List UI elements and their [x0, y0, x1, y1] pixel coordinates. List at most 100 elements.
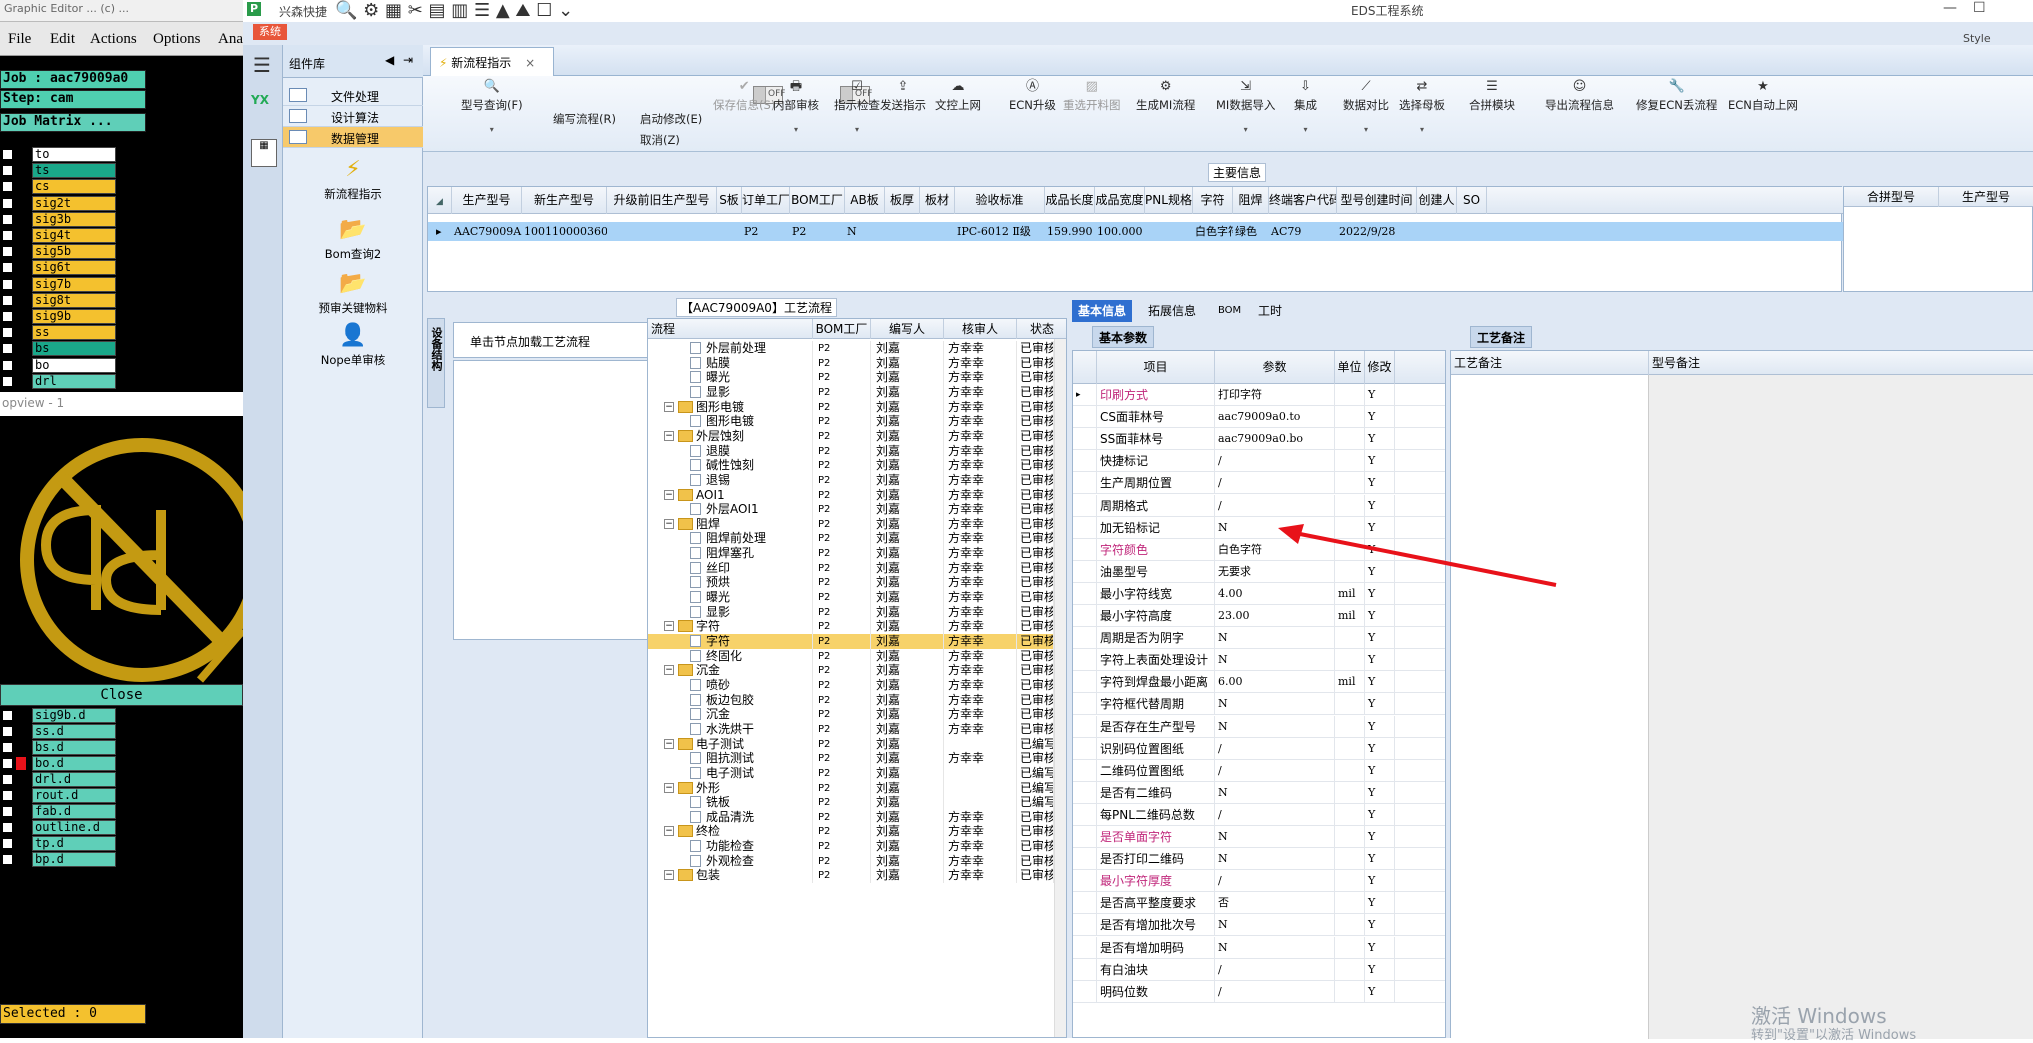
- param-row[interactable]: 有白油块 / Y: [1073, 958, 1445, 981]
- param-value[interactable]: /: [1215, 494, 1335, 517]
- menu-edit[interactable]: Edit: [50, 31, 75, 48]
- system-tab[interactable]: 系统: [253, 24, 287, 40]
- param-row[interactable]: CS面菲林号 aac79009a0.to Y: [1073, 406, 1445, 429]
- param-value[interactable]: 6.00: [1215, 671, 1335, 694]
- quick-toolbar-icons[interactable]: 🔍 ⚙ ▦ ✂ ▤ ▥ ☰ ▲ ⛰ ☐ ⌄: [335, 0, 573, 21]
- param-row[interactable]: 是否打印二维码 N Y: [1073, 848, 1445, 871]
- param-value[interactable]: 否: [1215, 892, 1335, 915]
- pin-icon[interactable]: ⇥: [403, 53, 413, 67]
- param-value[interactable]: 23.00: [1215, 605, 1335, 627]
- flow-row[interactable]: − 沉金 P2 刘嘉 方幸幸 已审核: [648, 663, 1066, 679]
- param-row[interactable]: 是否单面字符 N Y: [1073, 826, 1445, 848]
- ribbon-button-6[interactable]: ☑ 指示检查 ▾: [834, 80, 880, 135]
- flow-row[interactable]: 字符 P2 刘嘉 方幸幸 已审核: [648, 634, 1066, 649]
- param-row[interactable]: 字符上表面处理设计 N Y: [1073, 649, 1445, 672]
- layer-row[interactable]: bs: [0, 341, 118, 357]
- layer-checkbox[interactable]: [2, 278, 13, 290]
- flow-row[interactable]: 成品清洗 P2 刘嘉 方幸幸 已审核: [648, 809, 1066, 825]
- flow-row[interactable]: 退膜 P2 刘嘉 方幸幸 已审核: [648, 443, 1066, 459]
- flow-row[interactable]: 沉金 P2 刘嘉 方幸幸 已审核: [648, 707, 1066, 723]
- flow-row[interactable]: 曝光 P2 刘嘉 方幸幸 已审核: [648, 590, 1066, 606]
- param-row[interactable]: 识别码位置图纸 / Y: [1073, 737, 1445, 760]
- layer-row[interactable]: sig3b: [0, 211, 118, 227]
- collapse-icon[interactable]: −: [664, 401, 674, 412]
- row-selector[interactable]: [1073, 649, 1097, 672]
- process-remark-area[interactable]: [1451, 375, 1649, 1039]
- flow-row[interactable]: 阻抗测试 P2 刘嘉 方幸幸 已审核: [648, 751, 1066, 767]
- ribbon-button-15[interactable]: ⇄ 选择母板 ▾: [1399, 80, 1445, 135]
- layer-checkbox[interactable]: [2, 246, 13, 258]
- menu-ana[interactable]: Ana: [218, 31, 243, 48]
- layer-checkbox[interactable]: [2, 854, 13, 865]
- layer-checkbox[interactable]: [2, 822, 13, 833]
- layer-row[interactable]: sig8t: [0, 292, 118, 308]
- close-icon[interactable]: ×: [525, 56, 535, 70]
- param-row[interactable]: 最小字符高度 23.00 mil Y: [1073, 605, 1445, 627]
- flow-row[interactable]: 显影 P2 刘嘉 方幸幸 已审核: [648, 384, 1066, 400]
- param-value[interactable]: N: [1215, 826, 1335, 848]
- minimize-icon[interactable]: —: [1943, 0, 1957, 16]
- tool-new-flow[interactable]: ⚡ 新流程指示: [283, 157, 423, 202]
- param-value[interactable]: N: [1215, 936, 1335, 959]
- param-row[interactable]: 字符框代替周期 N Y: [1073, 693, 1445, 716]
- menu-options[interactable]: Options: [153, 31, 201, 48]
- row-selector[interactable]: [1073, 560, 1097, 583]
- layer-row[interactable]: sig7b: [0, 276, 118, 292]
- flow-scrollbar[interactable]: [1054, 339, 1066, 1037]
- param-value[interactable]: /: [1215, 759, 1335, 782]
- param-value[interactable]: /: [1215, 958, 1335, 981]
- flow-row[interactable]: 外观检查 P2 刘嘉 方幸幸 已审核: [648, 853, 1066, 869]
- ribbon-button-10[interactable]: ▨ 重选开料图: [1063, 80, 1121, 113]
- layer-row[interactable]: sig2t: [0, 195, 118, 211]
- flow-row[interactable]: 阻焊前处理 P2 刘嘉 方幸幸 已审核: [648, 531, 1066, 547]
- row-selector[interactable]: [1073, 538, 1097, 561]
- layer-checkbox[interactable]: [2, 774, 13, 785]
- row-selector[interactable]: [1073, 737, 1097, 760]
- layer-row[interactable]: sig5b: [0, 244, 118, 260]
- param-value[interactable]: N: [1215, 693, 1335, 716]
- flow-row[interactable]: − 外形 P2 刘嘉 已编写: [648, 780, 1066, 796]
- flow-row[interactable]: 预烘 P2 刘嘉 方幸幸 已审核: [648, 575, 1066, 591]
- flow-row[interactable]: 外层AOI1 P2 刘嘉 方幸幸 已审核: [648, 502, 1066, 518]
- param-row[interactable]: 是否有二维码 N Y: [1073, 781, 1445, 804]
- layer-checkbox[interactable]: [2, 213, 13, 225]
- param-row[interactable]: SS面菲林号 aac79009a0.bo Y: [1073, 428, 1445, 451]
- row-selector[interactable]: [1073, 803, 1097, 826]
- param-value[interactable]: /: [1215, 803, 1335, 826]
- collapse-icon[interactable]: −: [664, 430, 674, 441]
- ribbon-button-9[interactable]: Ⓐ ECN升级: [1009, 80, 1056, 113]
- layer-row[interactable]: sig9b: [0, 309, 118, 324]
- flow-row[interactable]: − AOI1 P2 刘嘉 方幸幸 已审核: [648, 487, 1066, 503]
- tab-bom[interactable]: BOM: [1212, 300, 1247, 322]
- layer-checkbox[interactable]: [2, 165, 13, 177]
- row-selector[interactable]: [1073, 406, 1097, 429]
- style-menu[interactable]: Style: [1963, 32, 1991, 45]
- menu-file[interactable]: File: [8, 31, 31, 48]
- model-remark-area[interactable]: [1649, 375, 2033, 1039]
- collapse-icon[interactable]: −: [664, 621, 674, 632]
- param-value[interactable]: 打印字符: [1215, 384, 1335, 406]
- layer-row[interactable]: drl: [0, 373, 118, 389]
- layer-row[interactable]: bo.d: [0, 756, 118, 771]
- ribbon-button-8[interactable]: ☁ 文控上网: [935, 80, 981, 113]
- job-matrix-button[interactable]: Job Matrix ...: [0, 113, 146, 132]
- tab-basic-params[interactable]: 基本参数: [1092, 326, 1155, 348]
- param-row[interactable]: 二维码位置图纸 / Y: [1073, 759, 1445, 782]
- flow-row[interactable]: 电子测试 P2 刘嘉 已编写: [648, 765, 1066, 781]
- flow-row[interactable]: 阻焊塞孔 P2 刘嘉 方幸幸 已审核: [648, 546, 1066, 562]
- sidebar-item-file[interactable]: 文件处理: [283, 85, 423, 106]
- collapse-icon[interactable]: −: [664, 826, 674, 837]
- ribbon-button-4[interactable]: ✔ 保存信息(S): [713, 80, 775, 113]
- layer-checkbox[interactable]: [2, 838, 13, 849]
- layer-row[interactable]: ss: [0, 325, 118, 341]
- collapse-icon[interactable]: −: [664, 665, 674, 676]
- flow-row[interactable]: 终固化 P2 刘嘉 方幸幸 已审核: [648, 648, 1066, 664]
- row-selector[interactable]: [1073, 826, 1097, 848]
- flow-row[interactable]: 板边包胶 P2 刘嘉 方幸幸 已审核: [648, 692, 1066, 708]
- ribbon-button-16[interactable]: ☰ 合拼模块: [1469, 80, 1515, 113]
- layer-checkbox[interactable]: [2, 149, 13, 160]
- tab-process-remark[interactable]: 工艺备注: [1470, 326, 1533, 348]
- row-selector[interactable]: [1073, 605, 1097, 627]
- layer-row[interactable]: fab.d: [0, 804, 118, 819]
- layer-row[interactable]: sig9b.d: [0, 708, 118, 723]
